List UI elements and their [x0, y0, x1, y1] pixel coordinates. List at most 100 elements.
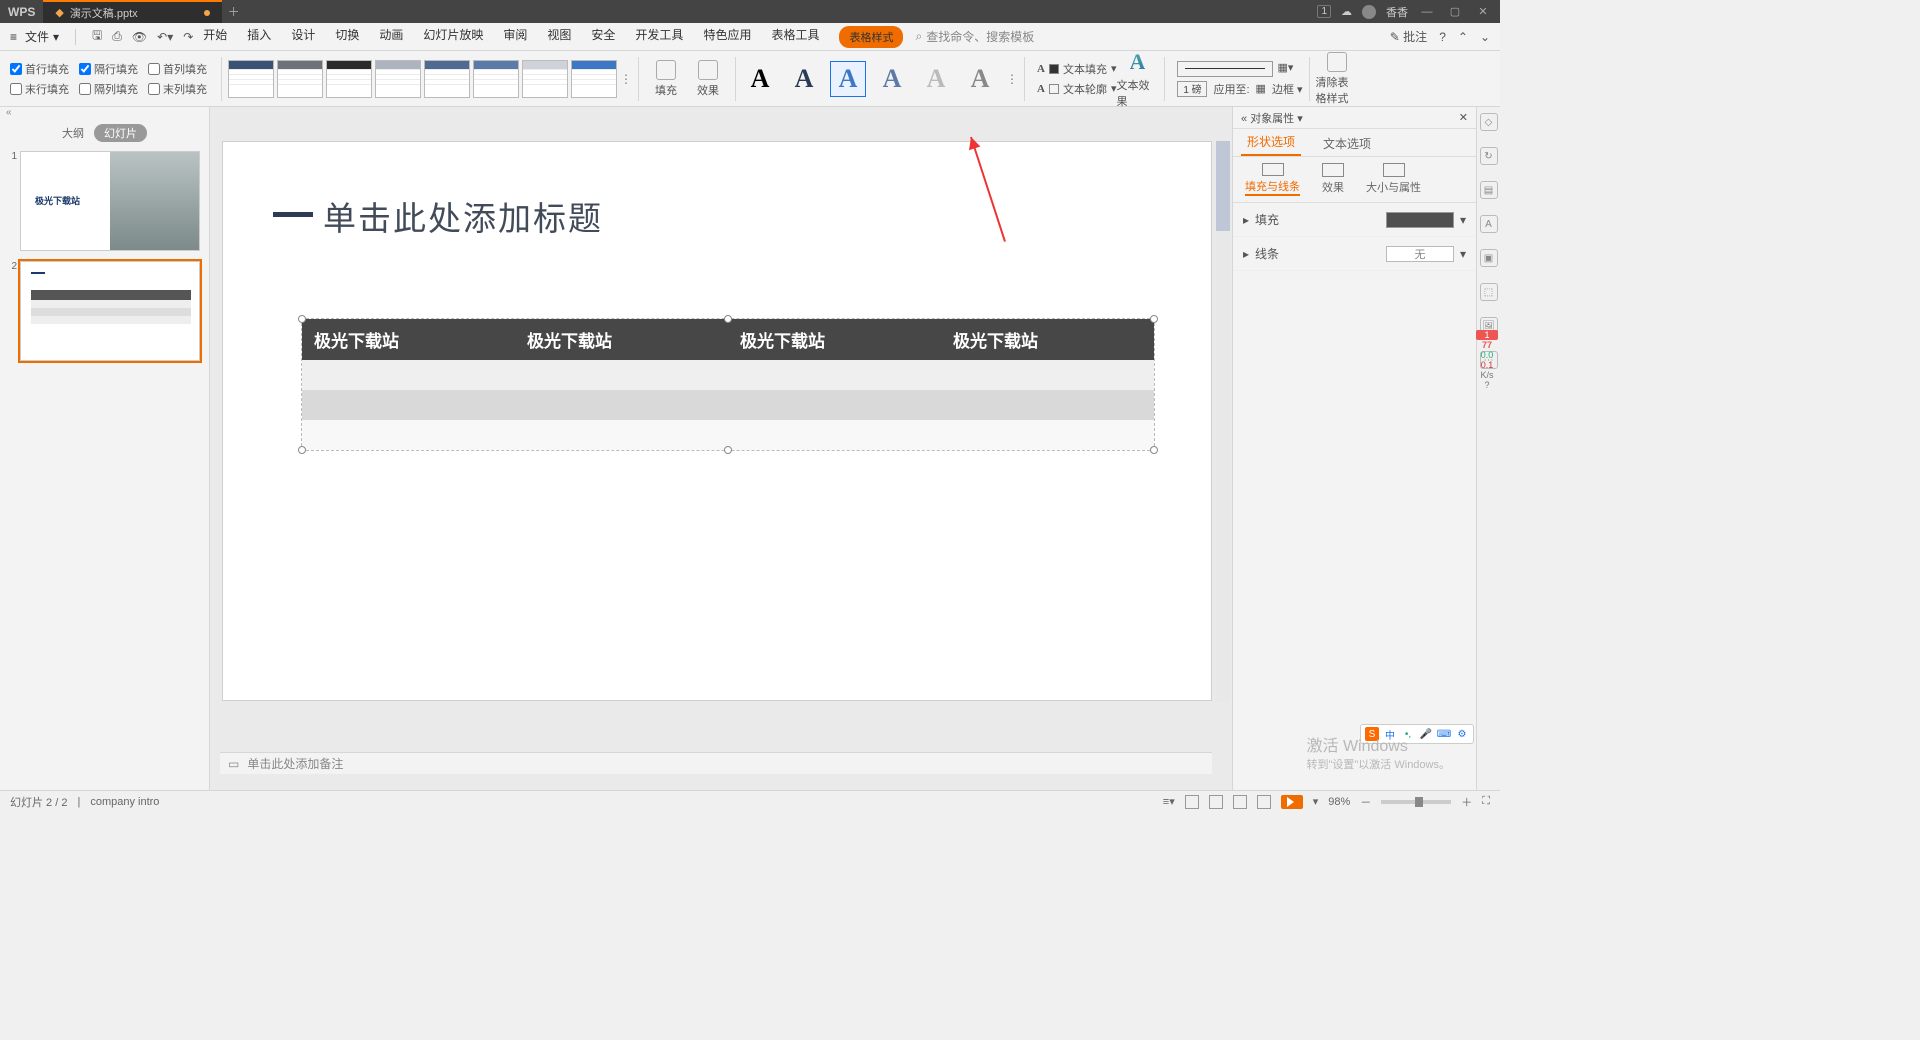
table-object[interactable]: 极光下载站 极光下载站 极光下载站 极光下载站	[301, 318, 1155, 451]
view-notes-icon[interactable]	[1257, 795, 1271, 809]
chk-first-row[interactable]: 首行填充	[10, 61, 69, 77]
subtab-effect[interactable]: 效果	[1322, 163, 1344, 196]
close-panel-icon[interactable]: ✕	[1459, 111, 1468, 124]
gutter-icon[interactable]: ▤	[1480, 181, 1498, 199]
redo-icon[interactable]: ↷	[183, 30, 193, 44]
theme-name: company intro	[90, 796, 159, 808]
fit-icon[interactable]: ⛶	[1482, 795, 1490, 808]
preview-icon[interactable]: 👁	[132, 30, 147, 44]
title-placeholder[interactable]: 单击此处添加标题	[323, 192, 603, 240]
hamburger-icon[interactable]: ≡	[10, 30, 17, 44]
menu-item-active[interactable]: 表格样式	[839, 26, 903, 48]
text-fill-button[interactable]: A文本填充 ▾	[1037, 61, 1116, 77]
slideshow-button[interactable]	[1281, 795, 1303, 809]
menu-item[interactable]: 安全	[591, 26, 615, 48]
tab-outline[interactable]: 大纲	[62, 125, 84, 141]
editor-area: 单击此处添加标题 极光下载站 极光下载站 极光下载站 极光下载站	[210, 107, 1232, 790]
scrollbar[interactable]	[1216, 141, 1230, 701]
apply-grid-icon[interactable]: ▦	[1256, 82, 1266, 95]
gutter-icon[interactable]: A	[1480, 215, 1498, 233]
slide-thumb[interactable]: 1 极光下载站	[6, 151, 203, 251]
minimize-button[interactable]: —	[1418, 6, 1436, 18]
menu-item[interactable]: 开始	[203, 26, 227, 48]
status-bar: 幻灯片 2 / 2 | company intro ≡▾ ▾ 98% － ＋ ⛶	[0, 790, 1500, 812]
menu-item[interactable]: 特色应用	[703, 26, 751, 48]
notes-toggle-icon[interactable]: ≡▾	[1163, 795, 1175, 808]
table-style-gallery[interactable]: ⋮	[228, 60, 632, 98]
clear-style-button[interactable]: 清除表格样式	[1316, 52, 1358, 106]
collapse-left-icon[interactable]: «	[6, 107, 12, 121]
menu-item[interactable]: 设计	[291, 26, 315, 48]
doc-tab[interactable]: ◆ 演示文稿.pptx	[43, 0, 221, 23]
zoom-level[interactable]: 98%	[1328, 796, 1350, 808]
chk-banded-col[interactable]: 隔列填充	[79, 81, 138, 97]
close-button[interactable]: ✕	[1474, 5, 1492, 18]
new-tab-button[interactable]: ＋	[222, 3, 246, 20]
chevron-down-icon[interactable]: ⌄	[1480, 30, 1490, 44]
clear-icon	[1327, 52, 1347, 72]
line-style-select[interactable]	[1177, 61, 1273, 77]
section-line[interactable]: ▸ 线条无▾	[1233, 237, 1476, 271]
line-none[interactable]: 无	[1386, 246, 1454, 262]
tab-shape-options[interactable]: 形状选项	[1241, 129, 1301, 156]
chk-banded-row[interactable]: 隔行填充	[79, 61, 138, 77]
chk-first-col[interactable]: 首列填充	[148, 61, 207, 77]
table-header[interactable]: 极光下载站	[728, 319, 941, 360]
subtab-size[interactable]: 大小与属性	[1366, 163, 1421, 196]
chk-last-col[interactable]: 末列填充	[148, 81, 207, 97]
notes-bar[interactable]: ▭单击此处添加备注	[220, 752, 1212, 774]
menu-item[interactable]: 开发工具	[635, 26, 683, 48]
table-header[interactable]: 极光下载站	[515, 319, 728, 360]
section-fill[interactable]: ▸ 填充▾	[1233, 203, 1476, 237]
view-normal-icon[interactable]	[1185, 795, 1199, 809]
save-icon[interactable]: 🖫	[92, 26, 102, 47]
chevron-up-icon[interactable]: ⌃	[1458, 30, 1468, 44]
line-color-button[interactable]: ▦▾	[1277, 61, 1293, 77]
view-reading-icon[interactable]	[1233, 795, 1247, 809]
zoom-out-icon[interactable]: －	[1360, 794, 1371, 810]
menu-item[interactable]: 插入	[247, 26, 271, 48]
menu-item[interactable]: 视图	[547, 26, 571, 48]
effect-button[interactable]: 效果	[687, 60, 729, 98]
text-effect-button[interactable]: A文本效果	[1116, 49, 1158, 109]
search-icon: ⌕	[915, 29, 922, 44]
annotate-button[interactable]: ✎ 批注	[1390, 28, 1427, 45]
file-menu[interactable]: 文件▾	[19, 28, 65, 45]
gutter-icon[interactable]: ⬚	[1480, 283, 1498, 301]
menu-item[interactable]: 审阅	[503, 26, 527, 48]
gutter-icon[interactable]: ↻	[1480, 147, 1498, 165]
chk-last-row[interactable]: 末行填充	[10, 81, 69, 97]
slide-canvas[interactable]: 单击此处添加标题 极光下载站 极光下载站 极光下载站 极光下载站	[222, 141, 1212, 701]
gutter-icon[interactable]: ◇	[1480, 113, 1498, 131]
table-header[interactable]: 极光下载站	[941, 319, 1154, 360]
avatar-icon[interactable]	[1362, 5, 1376, 19]
text-outline-button[interactable]: A文本轮廓 ▾	[1037, 81, 1116, 97]
undo-icon[interactable]: ↶▾	[157, 30, 173, 44]
fill-swatch[interactable]	[1386, 212, 1454, 228]
menu-item[interactable]: 表格工具	[771, 26, 819, 48]
tab-slides[interactable]: 幻灯片	[94, 124, 147, 142]
subtab-fill-line[interactable]: 填充与线条	[1245, 163, 1300, 196]
border-button[interactable]: 边框 ▾	[1272, 81, 1303, 97]
zoom-slider[interactable]	[1381, 800, 1451, 804]
cloud-icon[interactable]: ☁	[1341, 5, 1352, 18]
table-header[interactable]: 极光下载站	[302, 319, 515, 360]
restore-button[interactable]: ▢	[1446, 5, 1464, 18]
help-icon[interactable]: ?	[1439, 30, 1446, 44]
menu-item[interactable]: 幻灯片放映	[423, 26, 483, 48]
gutter-icon[interactable]: ▣	[1480, 249, 1498, 267]
app-logo: WPS	[0, 5, 43, 19]
wordart-gallery[interactable]: A A A A A A ⋮	[742, 61, 1018, 97]
print-icon[interactable]: ⎙	[112, 29, 122, 44]
fill-button[interactable]: 填充	[645, 60, 687, 98]
window-count-badge[interactable]: 1	[1317, 5, 1331, 18]
command-search[interactable]: ⌕ 查找命令、搜索模板	[915, 28, 1034, 45]
tab-text-options[interactable]: 文本选项	[1317, 131, 1377, 156]
slide-thumb[interactable]: 2	[6, 261, 203, 361]
unsaved-dot-icon	[204, 10, 210, 16]
menu-item[interactable]: 动画	[379, 26, 403, 48]
menu-item[interactable]: 切换	[335, 26, 359, 48]
view-sorter-icon[interactable]	[1209, 795, 1223, 809]
zoom-in-icon[interactable]: ＋	[1461, 794, 1472, 810]
weight-select[interactable]: 1 磅	[1177, 81, 1207, 97]
